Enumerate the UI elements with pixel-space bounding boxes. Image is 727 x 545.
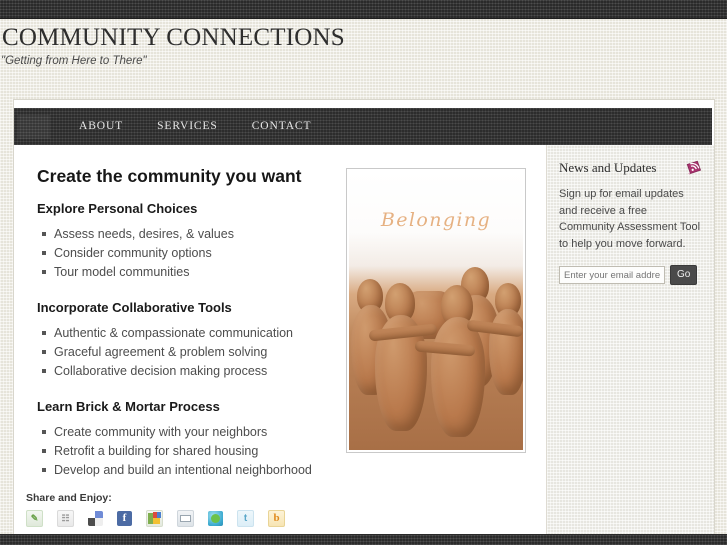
twitter-icon[interactable]: t xyxy=(237,510,254,527)
stumbleupon-icon[interactable] xyxy=(208,511,223,526)
belonging-image-inner: Belonging xyxy=(349,171,523,450)
top-bar xyxy=(0,0,727,19)
blogger-icon[interactable]: b xyxy=(268,510,285,527)
email-input[interactable] xyxy=(559,266,665,284)
widget-title-news: News and Updates xyxy=(559,160,657,175)
share-section: Share and Enjoy: ✎ ☷ f t b xyxy=(26,492,506,527)
sidebar: News and Updates Sign up for email updat… xyxy=(546,145,714,536)
nav-item-contact[interactable]: CONTACT xyxy=(235,108,329,145)
nav-item-services[interactable]: SERVICES xyxy=(140,108,235,145)
go-button[interactable]: Go xyxy=(670,265,698,285)
share-icon-list: ✎ ☷ f t b xyxy=(26,510,506,527)
site-tagline: "Getting from Here to There" xyxy=(1,55,147,67)
nav-item-about[interactable]: ABOUT xyxy=(62,108,140,145)
email-icon[interactable] xyxy=(177,510,194,527)
delicious-icon[interactable] xyxy=(88,511,103,526)
list-item: Develop and build an intentional neighbo… xyxy=(42,461,525,479)
belonging-image: Belonging xyxy=(346,168,526,453)
nav-item-list: ABOUT SERVICES CONTACT xyxy=(62,108,328,145)
site-logo-block[interactable] xyxy=(18,114,50,139)
site-title: COMMUNITY CONNECTIONS xyxy=(2,24,345,51)
widget-header: News and Updates xyxy=(559,159,702,177)
google-bookmarks-icon[interactable] xyxy=(146,510,163,527)
print-friendly-icon[interactable]: ✎ xyxy=(26,510,43,527)
facebook-icon[interactable]: f xyxy=(117,511,132,526)
widget-description: Sign up for email updates and receive a … xyxy=(559,188,701,250)
email-signup-form: Go xyxy=(559,265,702,285)
site-header: COMMUNITY CONNECTIONS "Getting from Here… xyxy=(0,24,727,68)
rss-feed-icon[interactable] xyxy=(685,160,702,177)
pdf-icon[interactable]: ☷ xyxy=(57,510,74,527)
share-label: Share and Enjoy: xyxy=(26,492,112,504)
belonging-caption: Belonging xyxy=(380,209,492,231)
main-navigation: ABOUT SERVICES CONTACT xyxy=(14,108,712,145)
bottom-bar xyxy=(0,534,727,545)
